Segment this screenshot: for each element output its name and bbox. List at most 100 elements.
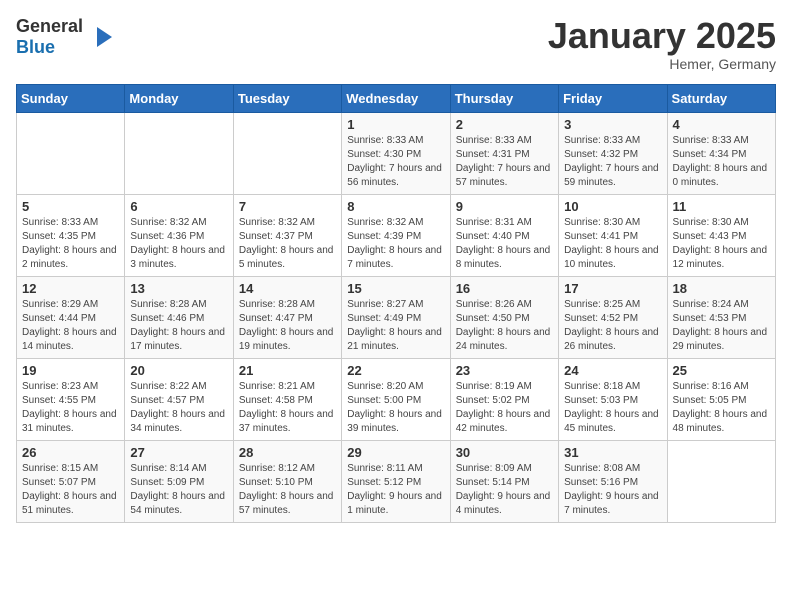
logo-blue: Blue bbox=[16, 37, 55, 57]
day-number: 3 bbox=[564, 117, 661, 132]
day-number: 10 bbox=[564, 199, 661, 214]
weekday-header-saturday: Saturday bbox=[667, 84, 775, 112]
day-number: 24 bbox=[564, 363, 661, 378]
day-info: Sunrise: 8:19 AM Sunset: 5:02 PM Dayligh… bbox=[456, 380, 553, 436]
logo-icon bbox=[87, 22, 117, 52]
day-number: 21 bbox=[239, 363, 336, 378]
calendar-cell: 4 Sunrise: 8:33 AM Sunset: 4:34 PM Daylig… bbox=[667, 112, 775, 194]
day-info: Sunrise: 8:14 AM Sunset: 5:09 PM Dayligh… bbox=[130, 462, 227, 518]
day-number: 22 bbox=[347, 363, 444, 378]
day-info: Sunrise: 8:33 AM Sunset: 4:31 PM Dayligh… bbox=[456, 134, 553, 190]
calendar-cell: 14Sunrise: 8:28 AM Sunset: 4:47 PM Dayli… bbox=[233, 276, 341, 358]
day-number: 14 bbox=[239, 281, 336, 296]
calendar-cell: 18 Sunrise: 8:24 AM Sunset: 4:53 PM Dayli… bbox=[667, 276, 775, 358]
day-number: 19 bbox=[22, 363, 119, 378]
day-info: Sunrise: 8:15 AM Sunset: 5:07 PM Dayligh… bbox=[22, 462, 119, 518]
calendar-cell: 27 Sunrise: 8:14 AM Sunset: 5:09 PM Dayli… bbox=[125, 440, 233, 522]
day-number: 13 bbox=[130, 281, 227, 296]
calendar-cell: 20Sunrise: 8:22 AM Sunset: 4:57 PM Dayli… bbox=[125, 358, 233, 440]
calendar-cell bbox=[233, 112, 341, 194]
day-info: Sunrise: 8:33 AM Sunset: 4:34 PM Dayligh… bbox=[673, 134, 770, 190]
day-number: 12 bbox=[22, 281, 119, 296]
day-info: Sunrise: 8:33 AM Sunset: 4:32 PM Dayligh… bbox=[564, 134, 661, 190]
calendar-header: SundayMondayTuesdayWednesdayThursdayFrid… bbox=[17, 84, 776, 112]
week-row-5: 26 Sunrise: 8:15 AM Sunset: 5:07 PM Dayli… bbox=[17, 440, 776, 522]
day-number: 4 bbox=[673, 117, 770, 132]
day-info: Sunrise: 8:33 AM Sunset: 4:35 PM Dayligh… bbox=[22, 216, 119, 272]
day-number: 15 bbox=[347, 281, 444, 296]
calendar-table: SundayMondayTuesdayWednesdayThursdayFrid… bbox=[16, 84, 776, 523]
day-number: 20 bbox=[130, 363, 227, 378]
day-info: Sunrise: 8:23 AM Sunset: 4:55 PM Dayligh… bbox=[22, 380, 119, 436]
day-number: 5 bbox=[22, 199, 119, 214]
logo-text: General Blue bbox=[16, 16, 83, 58]
day-info: Sunrise: 8:24 AM Sunset: 4:53 PM Dayligh… bbox=[673, 298, 770, 354]
calendar-cell: 12 Sunrise: 8:29 AM Sunset: 4:44 PM Dayli… bbox=[17, 276, 125, 358]
calendar-cell: 13Sunrise: 8:28 AM Sunset: 4:46 PM Dayli… bbox=[125, 276, 233, 358]
day-number: 26 bbox=[22, 445, 119, 460]
week-row-3: 12 Sunrise: 8:29 AM Sunset: 4:44 PM Dayli… bbox=[17, 276, 776, 358]
weekday-header-thursday: Thursday bbox=[450, 84, 558, 112]
calendar-cell: 21 Sunrise: 8:21 AM Sunset: 4:58 PM Dayli… bbox=[233, 358, 341, 440]
day-info: Sunrise: 8:30 AM Sunset: 4:41 PM Dayligh… bbox=[564, 216, 661, 272]
day-info: Sunrise: 8:16 AM Sunset: 5:05 PM Dayligh… bbox=[673, 380, 770, 436]
day-info: Sunrise: 8:27 AM Sunset: 4:49 PM Dayligh… bbox=[347, 298, 444, 354]
day-info: Sunrise: 8:09 AM Sunset: 5:14 PM Dayligh… bbox=[456, 462, 553, 518]
calendar-cell: 5 Sunrise: 8:33 AM Sunset: 4:35 PM Daylig… bbox=[17, 194, 125, 276]
calendar-cell: 24 Sunrise: 8:18 AM Sunset: 5:03 PM Dayli… bbox=[559, 358, 667, 440]
week-row-4: 19 Sunrise: 8:23 AM Sunset: 4:55 PM Dayli… bbox=[17, 358, 776, 440]
logo-general: General bbox=[16, 16, 83, 36]
day-info: Sunrise: 8:30 AM Sunset: 4:43 PM Dayligh… bbox=[673, 216, 770, 272]
week-row-1: 1 Sunrise: 8:33 AM Sunset: 4:30 PM Daylig… bbox=[17, 112, 776, 194]
calendar-cell: 3 Sunrise: 8:33 AM Sunset: 4:32 PM Daylig… bbox=[559, 112, 667, 194]
calendar-cell: 2Sunrise: 8:33 AM Sunset: 4:31 PM Daylig… bbox=[450, 112, 558, 194]
day-number: 6 bbox=[130, 199, 227, 214]
day-info: Sunrise: 8:33 AM Sunset: 4:30 PM Dayligh… bbox=[347, 134, 444, 190]
calendar-cell: 29 Sunrise: 8:11 AM Sunset: 5:12 PM Dayli… bbox=[342, 440, 450, 522]
calendar-cell: 6 Sunrise: 8:32 AM Sunset: 4:36 PM Daylig… bbox=[125, 194, 233, 276]
day-info: Sunrise: 8:29 AM Sunset: 4:44 PM Dayligh… bbox=[22, 298, 119, 354]
day-number: 16 bbox=[456, 281, 553, 296]
calendar-cell: 19 Sunrise: 8:23 AM Sunset: 4:55 PM Dayli… bbox=[17, 358, 125, 440]
day-info: Sunrise: 8:25 AM Sunset: 4:52 PM Dayligh… bbox=[564, 298, 661, 354]
day-info: Sunrise: 8:12 AM Sunset: 5:10 PM Dayligh… bbox=[239, 462, 336, 518]
day-info: Sunrise: 8:21 AM Sunset: 4:58 PM Dayligh… bbox=[239, 380, 336, 436]
calendar-cell: 30Sunrise: 8:09 AM Sunset: 5:14 PM Dayli… bbox=[450, 440, 558, 522]
day-number: 1 bbox=[347, 117, 444, 132]
day-number: 17 bbox=[564, 281, 661, 296]
day-number: 25 bbox=[673, 363, 770, 378]
day-number: 8 bbox=[347, 199, 444, 214]
page-header: General Blue January 2025 Hemer, Germany bbox=[16, 16, 776, 72]
day-info: Sunrise: 8:32 AM Sunset: 4:39 PM Dayligh… bbox=[347, 216, 444, 272]
day-number: 27 bbox=[130, 445, 227, 460]
calendar-cell: 23 Sunrise: 8:19 AM Sunset: 5:02 PM Dayli… bbox=[450, 358, 558, 440]
calendar-cell: 8 Sunrise: 8:32 AM Sunset: 4:39 PM Daylig… bbox=[342, 194, 450, 276]
calendar-cell: 1 Sunrise: 8:33 AM Sunset: 4:30 PM Daylig… bbox=[342, 112, 450, 194]
day-number: 18 bbox=[673, 281, 770, 296]
week-row-2: 5 Sunrise: 8:33 AM Sunset: 4:35 PM Daylig… bbox=[17, 194, 776, 276]
day-info: Sunrise: 8:32 AM Sunset: 4:36 PM Dayligh… bbox=[130, 216, 227, 272]
calendar-cell bbox=[667, 440, 775, 522]
day-number: 7 bbox=[239, 199, 336, 214]
calendar-cell: 7Sunrise: 8:32 AM Sunset: 4:37 PM Daylig… bbox=[233, 194, 341, 276]
title-block: January 2025 Hemer, Germany bbox=[548, 16, 776, 72]
calendar-cell: 17 Sunrise: 8:25 AM Sunset: 4:52 PM Dayli… bbox=[559, 276, 667, 358]
day-number: 23 bbox=[456, 363, 553, 378]
day-info: Sunrise: 8:11 AM Sunset: 5:12 PM Dayligh… bbox=[347, 462, 444, 518]
calendar-cell: 26 Sunrise: 8:15 AM Sunset: 5:07 PM Dayli… bbox=[17, 440, 125, 522]
weekday-header-monday: Monday bbox=[125, 84, 233, 112]
calendar-cell: 10 Sunrise: 8:30 AM Sunset: 4:41 PM Dayli… bbox=[559, 194, 667, 276]
calendar-cell: 15 Sunrise: 8:27 AM Sunset: 4:49 PM Dayli… bbox=[342, 276, 450, 358]
logo: General Blue bbox=[16, 16, 117, 58]
day-number: 11 bbox=[673, 199, 770, 214]
weekday-header-wednesday: Wednesday bbox=[342, 84, 450, 112]
day-info: Sunrise: 8:18 AM Sunset: 5:03 PM Dayligh… bbox=[564, 380, 661, 436]
calendar-cell: 31Sunrise: 8:08 AM Sunset: 5:16 PM Dayli… bbox=[559, 440, 667, 522]
day-number: 31 bbox=[564, 445, 661, 460]
calendar-cell: 16 Sunrise: 8:26 AM Sunset: 4:50 PM Dayli… bbox=[450, 276, 558, 358]
calendar-cell: 22Sunrise: 8:20 AM Sunset: 5:00 PM Dayli… bbox=[342, 358, 450, 440]
calendar-cell: 25 Sunrise: 8:16 AM Sunset: 5:05 PM Dayli… bbox=[667, 358, 775, 440]
day-info: Sunrise: 8:26 AM Sunset: 4:50 PM Dayligh… bbox=[456, 298, 553, 354]
day-number: 28 bbox=[239, 445, 336, 460]
day-number: 29 bbox=[347, 445, 444, 460]
